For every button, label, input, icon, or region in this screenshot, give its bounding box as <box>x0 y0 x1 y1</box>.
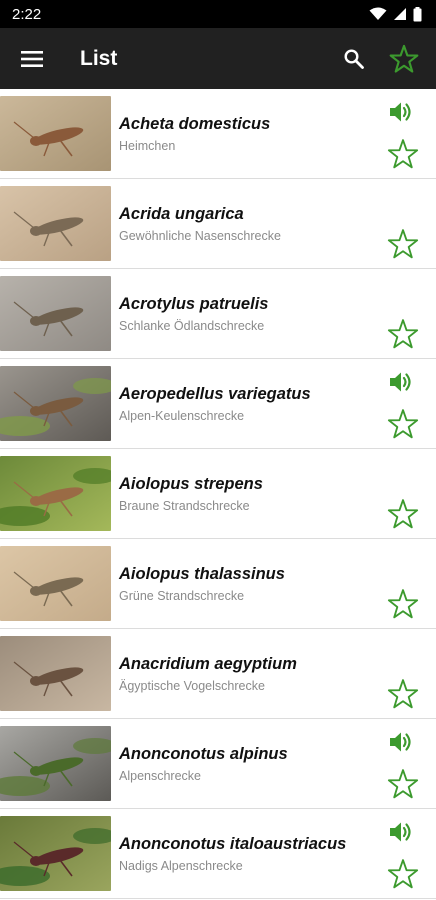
species-thumbnail <box>0 186 111 261</box>
favorite-star-icon[interactable] <box>386 497 420 536</box>
search-icon <box>344 48 364 69</box>
species-thumbnail <box>0 456 111 531</box>
species-thumbnail <box>0 366 111 441</box>
row-actions <box>386 89 422 179</box>
search-button[interactable] <box>330 28 378 89</box>
species-list-item[interactable]: Acrida ungarica Gewöhnliche Nasenschrecke <box>0 179 436 269</box>
favorite-star-icon[interactable] <box>386 587 420 626</box>
star-outline-icon <box>389 44 419 73</box>
species-list-item[interactable]: Aiolopus thalassinus Grüne Strandschrecke <box>0 539 436 629</box>
species-thumbnail <box>0 726 111 801</box>
row-actions <box>386 269 422 359</box>
row-actions <box>386 359 422 449</box>
row-actions <box>386 719 422 809</box>
favorite-star-icon[interactable] <box>386 677 420 716</box>
species-list-item[interactable]: Aeropedellus variegatus Alpen-Keulenschre… <box>0 359 436 449</box>
favorite-star-icon[interactable] <box>386 227 420 266</box>
favorite-star-icon[interactable] <box>386 317 420 356</box>
row-actions <box>386 449 422 539</box>
species-list-item[interactable]: Aiolopus strepens Braune Strandschrecke <box>0 449 436 539</box>
species-list-item[interactable]: Acheta domesticus Heimchen <box>0 89 436 179</box>
species-thumbnail <box>0 816 111 891</box>
speaker-icon[interactable] <box>388 100 414 129</box>
menu-button[interactable] <box>0 28 64 89</box>
status-icons <box>369 6 422 22</box>
row-actions <box>386 809 422 899</box>
favorite-star-icon[interactable] <box>386 137 420 176</box>
hamburger-menu-icon <box>21 50 43 67</box>
row-actions <box>386 629 422 719</box>
row-actions <box>386 539 422 629</box>
status-bar: 2:22 <box>0 0 436 28</box>
status-time: 2:22 <box>12 5 42 23</box>
species-thumbnail <box>0 276 111 351</box>
speaker-icon[interactable] <box>388 820 414 849</box>
app-bar: List <box>0 28 436 89</box>
species-list-item[interactable]: Anacridium aegyptium Ägyptische Vogelschr… <box>0 629 436 719</box>
species-thumbnail <box>0 96 111 171</box>
speaker-icon[interactable] <box>388 730 414 759</box>
speaker-icon[interactable] <box>388 370 414 399</box>
page-title: List <box>80 46 118 70</box>
species-list-item[interactable]: Anonconotus alpinus Alpenschrecke <box>0 719 436 809</box>
species-list[interactable]: Acheta domesticus Heimchen Acrida ungaric… <box>0 89 436 899</box>
wifi-icon <box>369 7 387 20</box>
species-thumbnail <box>0 546 111 621</box>
favorite-star-icon[interactable] <box>386 857 420 896</box>
species-list-item[interactable]: Acrotylus patruelis Schlanke Ödlandschrec… <box>0 269 436 359</box>
species-list-item[interactable]: Anonconotus italoaustriacus Nadigs Alpens… <box>0 809 436 899</box>
favorites-filter-button[interactable] <box>378 28 430 89</box>
favorite-star-icon[interactable] <box>386 407 420 446</box>
battery-icon <box>413 6 422 21</box>
row-actions <box>386 179 422 269</box>
species-thumbnail <box>0 636 111 711</box>
cell-signal-icon <box>394 8 406 20</box>
favorite-star-icon[interactable] <box>386 767 420 806</box>
